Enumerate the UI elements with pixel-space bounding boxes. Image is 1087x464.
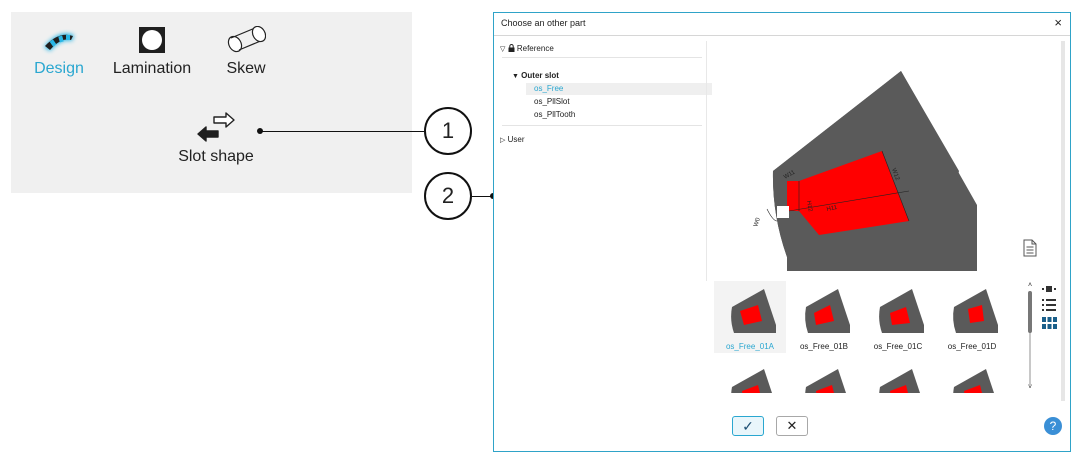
list-view-icon[interactable] <box>1042 299 1056 311</box>
thumbnail-item[interactable] <box>714 361 786 393</box>
part-tree: ▽ Reference ▼ Outer slot os_Free os_PllS… <box>498 41 712 401</box>
scrollbar-thumb[interactable] <box>1028 291 1032 333</box>
slot-preview: W11 H11 W12 H12 W0 <box>706 41 1059 281</box>
thumbnail-small-icon[interactable] <box>1042 285 1056 293</box>
slot-thumbnail-image <box>953 289 998 333</box>
thumbnail-gallery: os_Free_01A os_Free_01B os_Free_01C os_F… <box>712 281 1012 393</box>
dialog-title-bar: Choose an other part × <box>494 13 1070 36</box>
slot-thumbnail-image <box>805 369 846 393</box>
checkmark-icon: ✓ <box>742 417 754 434</box>
tree-node-user[interactable]: ▷ User <box>500 135 525 144</box>
cancel-button[interactable]: ✕ <box>776 416 808 436</box>
dimension-label-w0: W0 <box>753 217 762 228</box>
callout-2-leader <box>472 196 492 197</box>
lock-icon <box>508 44 515 52</box>
tree-divider <box>502 125 702 126</box>
ribbon-label-slot-shape: Slot shape <box>178 148 254 165</box>
callout-2-number: 2 <box>441 183 455 208</box>
collapse-triangle-icon: ▽ <box>500 46 506 53</box>
help-glyph: ? <box>1049 419 1057 433</box>
slot-preview-drawing: W11 H11 W12 H12 W0 <box>753 71 977 271</box>
design-icon <box>44 33 74 51</box>
cross-icon: ✕ <box>786 418 798 433</box>
tree-item-label: os_PllSlot <box>534 97 570 106</box>
tree-label-user: User <box>507 135 525 144</box>
lamination-icon <box>139 27 165 53</box>
tree-item-os-free[interactable]: os_Free <box>526 83 712 95</box>
tree-divider <box>502 57 702 58</box>
scroll-up-icon[interactable]: ˄ <box>1028 282 1032 289</box>
callout-1-leader <box>260 131 424 132</box>
tree-item-os-pllslot[interactable]: os_PllSlot <box>534 97 570 106</box>
tree-node-reference[interactable]: ▽ Reference <box>500 44 554 53</box>
help-icon[interactable]: ? <box>1044 417 1062 435</box>
ribbon-button-skew[interactable]: Skew <box>216 24 276 78</box>
grid-view-icon[interactable] <box>1042 317 1057 329</box>
dialog-scrollbar[interactable] <box>1061 41 1065 401</box>
thumbnail-item[interactable] <box>936 361 1008 393</box>
ribbon-button-slot-shape[interactable]: Slot shape <box>171 112 261 166</box>
slot-thumbnail-image <box>953 369 994 393</box>
thumbnail-item[interactable]: os_Free_01A <box>714 281 786 353</box>
thumbnail-label: os_Free_01D <box>947 342 997 351</box>
tree-item-label: os_PllTooth <box>534 110 576 119</box>
thumbnail-label: os_Free_01C <box>873 342 923 351</box>
swap-arrows-icon <box>197 112 235 142</box>
thumbnail-item[interactable]: os_Free_01C <box>862 281 934 353</box>
expand-triangle-icon: ▼ <box>512 73 519 80</box>
dialog-title: Choose an other part <box>501 18 586 28</box>
close-icon[interactable]: × <box>1054 15 1062 30</box>
slot-thumbnail-image <box>731 369 772 393</box>
thumbnail-label: os_Free_01A <box>725 342 775 351</box>
callout-2: 2 <box>424 172 472 220</box>
tree-node-outer-slot[interactable]: ▼ Outer slot <box>512 71 559 80</box>
slot-thumbnail-image <box>879 369 920 393</box>
ribbon-button-lamination[interactable]: Lamination <box>109 24 195 78</box>
collapse-triangle-icon: ▷ <box>500 137 506 144</box>
document-icon[interactable] <box>1023 239 1037 257</box>
skew-icon <box>227 26 266 53</box>
ok-button[interactable]: ✓ <box>732 416 764 436</box>
tree-item-os-plltooth[interactable]: os_PllTooth <box>534 110 575 119</box>
thumbnail-label: os_Free_01B <box>799 342 849 351</box>
callout-1-number: 1 <box>441 118 455 143</box>
thumbnail-item[interactable] <box>862 361 934 393</box>
ribbon-label-skew: Skew <box>226 60 266 77</box>
thumbnail-item[interactable]: os_Free_01D <box>936 281 1008 353</box>
tree-label-reference: Reference <box>516 44 554 53</box>
thumbnail-item[interactable]: os_Free_01B <box>788 281 860 353</box>
slot-thumbnail-image <box>879 289 924 333</box>
slot-thumbnail-image <box>805 289 850 333</box>
ribbon-label-design: Design <box>34 60 84 77</box>
scroll-down-icon[interactable]: ˅ <box>1028 384 1032 391</box>
gallery-scrollbar[interactable]: ˄ ˅ <box>1027 282 1033 393</box>
tree-item-label: os_Free <box>534 84 564 93</box>
choose-part-dialog: Choose an other part × ▽ Reference ▼ Out… <box>493 12 1071 452</box>
tree-label-outer-slot: Outer slot <box>521 71 559 80</box>
ribbon-button-design[interactable]: Design <box>29 24 89 78</box>
slot-thumbnail-image <box>731 289 776 333</box>
ribbon-label-lamination: Lamination <box>112 60 192 77</box>
thumbnail-item[interactable] <box>788 361 860 393</box>
ribbon-panel: Design Lamination Skew Slot shape <box>11 12 412 193</box>
callout-1: 1 <box>424 107 472 155</box>
